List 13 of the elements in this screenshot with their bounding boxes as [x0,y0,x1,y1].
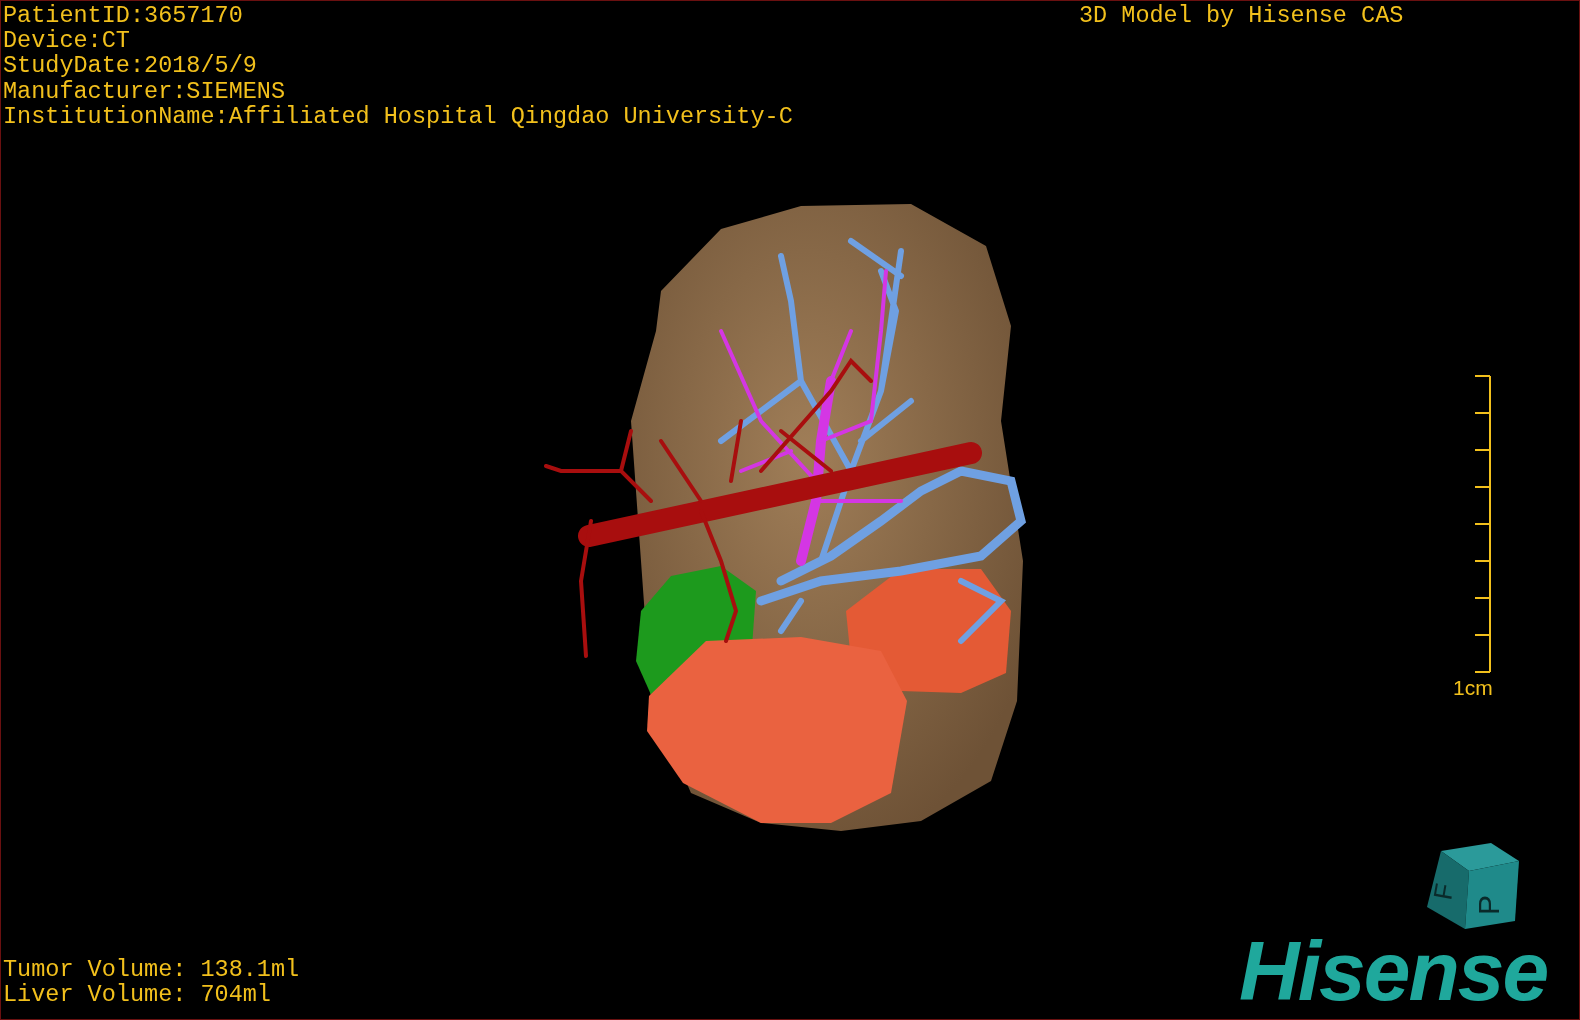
study-info-line: InstitutionName:Affiliated Hospital Qingdao University-C [3,103,793,129]
scale-label: 1cm [1453,677,1493,699]
study-info-line: Device:CT [3,28,130,54]
study-info-line: StudyDate:2018/5/9 [3,53,257,79]
volume-reading: Liver Volume: 704ml [3,981,271,1007]
cube-face-label: P [1472,895,1505,915]
orientation-cube[interactable] [1427,843,1519,929]
brand-logo: Hisense [1239,929,1548,1013]
study-info-line: PatientID:3657170 [3,3,243,29]
model-credit: 3D Model by Hisense CAS [1079,3,1404,29]
volume-reading: Tumor Volume: 138.1ml [3,956,300,982]
study-info-line: Manufacturer:SIEMENS [3,78,286,104]
cube-face-label: F [1427,881,1460,903]
